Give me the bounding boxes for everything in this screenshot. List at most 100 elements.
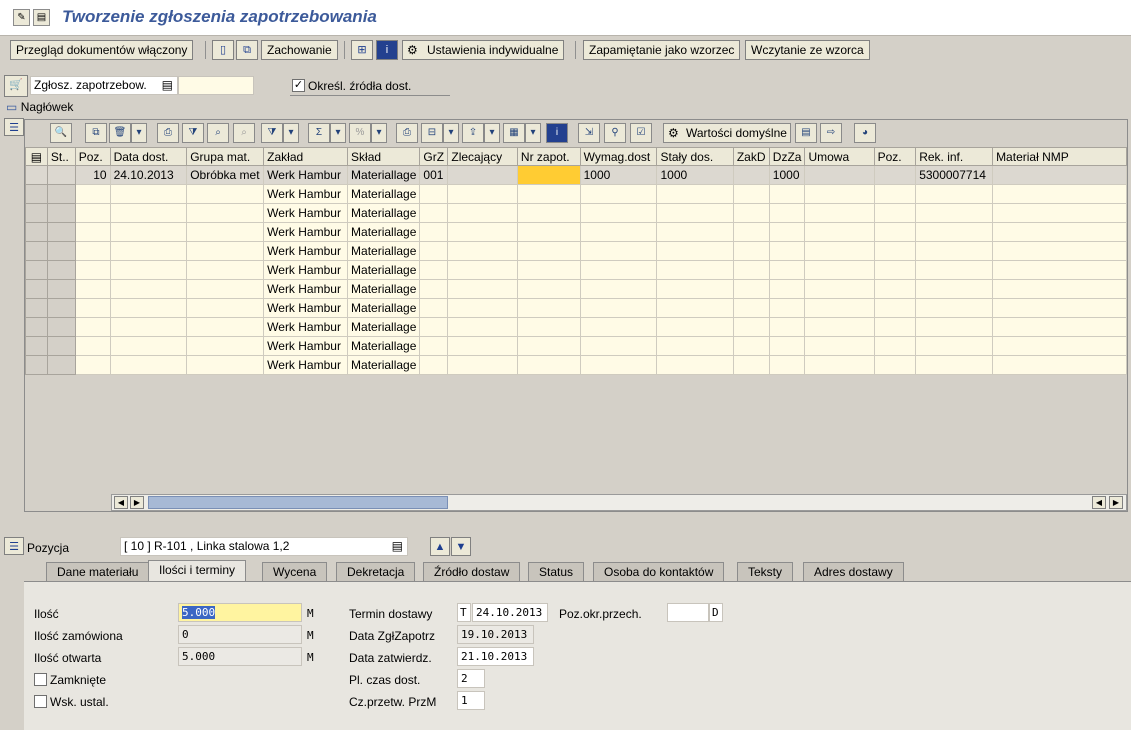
dropdown-icon[interactable]: ▾ <box>131 123 147 143</box>
table-cell[interactable]: Werk Hambur <box>263 165 349 185</box>
layout-selector-icon[interactable]: ▤ <box>25 147 48 166</box>
horizontal-scrollbar[interactable]: ◀ ▶ ◀ ▶ <box>111 494 1127 511</box>
table-cell[interactable] <box>873 279 917 299</box>
table-cell[interactable]: Werk Hambur <box>263 203 349 223</box>
table-cell[interactable] <box>732 203 770 223</box>
table-cell[interactable] <box>873 298 917 318</box>
table-cell[interactable] <box>447 222 518 242</box>
copy-document-icon[interactable]: ⧉ <box>236 40 258 60</box>
table-cell[interactable] <box>915 203 994 223</box>
table-cell[interactable]: Materiallage <box>347 184 421 204</box>
account-assignment-icon[interactable]: ⇲ <box>578 123 600 143</box>
table-cell[interactable] <box>74 336 111 356</box>
tab-material-data[interactable]: Dane materiału <box>46 562 150 582</box>
source-icon[interactable]: ⚲ <box>604 123 626 143</box>
table-cell[interactable] <box>992 279 1127 299</box>
scroll-left-end-icon[interactable]: ◀ <box>1092 496 1106 509</box>
table-cell[interactable] <box>873 317 917 337</box>
table-cell[interactable] <box>447 298 518 318</box>
expand-items-icon[interactable]: ☰ <box>4 118 24 136</box>
table-cell[interactable] <box>992 165 1127 185</box>
table-cell[interactable] <box>447 184 518 204</box>
collapse-item-icon[interactable]: ☰ <box>4 537 24 555</box>
delete-row-icon[interactable]: 🗑 <box>109 123 131 143</box>
table-cell[interactable] <box>46 222 76 242</box>
table-cell[interactable] <box>915 336 994 356</box>
row-selector[interactable] <box>25 222 48 242</box>
table-cell[interactable] <box>579 317 658 337</box>
personal-settings-button[interactable]: ⚙ Ustawienia indywidualne <box>402 40 565 60</box>
table-cell[interactable] <box>109 355 188 375</box>
table-cell[interactable] <box>419 355 449 375</box>
table-cell[interactable] <box>992 336 1127 356</box>
table-cell[interactable] <box>516 317 581 337</box>
table-cell[interactable] <box>732 260 770 280</box>
scroll-left-icon[interactable]: ◀ <box>114 496 128 509</box>
table-cell[interactable] <box>915 279 994 299</box>
dropdown-icon[interactable]: ▾ <box>443 123 459 143</box>
table-cell[interactable] <box>873 222 917 242</box>
table-cell[interactable] <box>579 222 658 242</box>
table-cell[interactable] <box>419 203 449 223</box>
table-cell[interactable]: 24.10.2013 <box>109 165 188 185</box>
table-cell[interactable] <box>804 260 875 280</box>
print-preview-icon[interactable]: ⎙ <box>157 123 179 143</box>
table-cell[interactable] <box>186 203 265 223</box>
table-cell[interactable] <box>46 298 76 318</box>
table-cell[interactable] <box>873 355 917 375</box>
table-cell[interactable] <box>915 184 994 204</box>
table-cell[interactable]: 5300007714 <box>915 165 994 185</box>
document-overview-button[interactable]: Przegląd dokumentów włączony <box>10 40 194 60</box>
table-cell[interactable] <box>46 355 76 375</box>
table-cell[interactable] <box>74 241 111 261</box>
table-cell[interactable] <box>74 279 111 299</box>
table-cell[interactable] <box>186 317 265 337</box>
table-cell[interactable] <box>873 184 917 204</box>
table-cell[interactable] <box>46 279 76 299</box>
table-cell[interactable] <box>419 241 449 261</box>
column-header[interactable]: GrZ <box>419 147 449 166</box>
table-cell[interactable] <box>873 336 917 356</box>
table-cell[interactable] <box>768 222 806 242</box>
table-cell[interactable] <box>768 298 806 318</box>
column-header[interactable]: Umowa <box>804 147 875 166</box>
column-header[interactable]: St.. <box>46 147 76 166</box>
closed-checkbox[interactable] <box>34 673 47 686</box>
table-cell[interactable] <box>732 336 770 356</box>
table-row[interactable]: Werk Hambur Materiallage <box>25 279 1127 299</box>
table-cell[interactable] <box>46 260 76 280</box>
table-cell[interactable] <box>516 355 581 375</box>
table-cell[interactable] <box>186 241 265 261</box>
table-cell[interactable] <box>516 298 581 318</box>
table-row[interactable]: Werk Hambur Materiallage <box>25 298 1127 318</box>
row-selector[interactable] <box>25 184 48 204</box>
table-cell[interactable] <box>992 260 1127 280</box>
column-header[interactable]: ZakD <box>732 147 770 166</box>
copy-row-icon[interactable]: ⧉ <box>85 123 107 143</box>
table-cell[interactable] <box>447 317 518 337</box>
column-header[interactable]: Stały dos. <box>656 147 734 166</box>
table-cell[interactable] <box>656 355 734 375</box>
table-cell[interactable] <box>804 241 875 261</box>
load-template-button[interactable]: Wczytanie ze wzorca <box>745 40 870 60</box>
table-cell[interactable]: Materiallage <box>347 336 421 356</box>
table-cell[interactable] <box>186 355 265 375</box>
table-cell[interactable] <box>732 241 770 261</box>
table-row[interactable]: 10 24.10.2013 Obróbka met Werk Hambur Materi… <box>25 165 1127 185</box>
table-cell[interactable] <box>656 317 734 337</box>
column-header[interactable]: Materiał NMP <box>992 147 1127 166</box>
table-cell[interactable] <box>804 298 875 318</box>
table-row[interactable]: Werk Hambur Materiallage <box>25 317 1127 337</box>
column-header[interactable]: Poz. <box>74 147 111 166</box>
table-cell[interactable]: 001 <box>419 165 449 185</box>
tab-delivery-address[interactable]: Adres dostawy <box>803 562 904 582</box>
table-cell[interactable] <box>109 317 188 337</box>
table-cell[interactable] <box>768 279 806 299</box>
table-cell[interactable] <box>804 165 875 185</box>
table-cell[interactable] <box>732 317 770 337</box>
document-icon[interactable]: ▤ <box>795 123 817 143</box>
table-cell[interactable] <box>732 165 770 185</box>
table-cell[interactable] <box>109 203 188 223</box>
dropdown-icon[interactable]: ▾ <box>283 123 299 143</box>
column-header[interactable]: Grupa mat. <box>186 147 265 166</box>
